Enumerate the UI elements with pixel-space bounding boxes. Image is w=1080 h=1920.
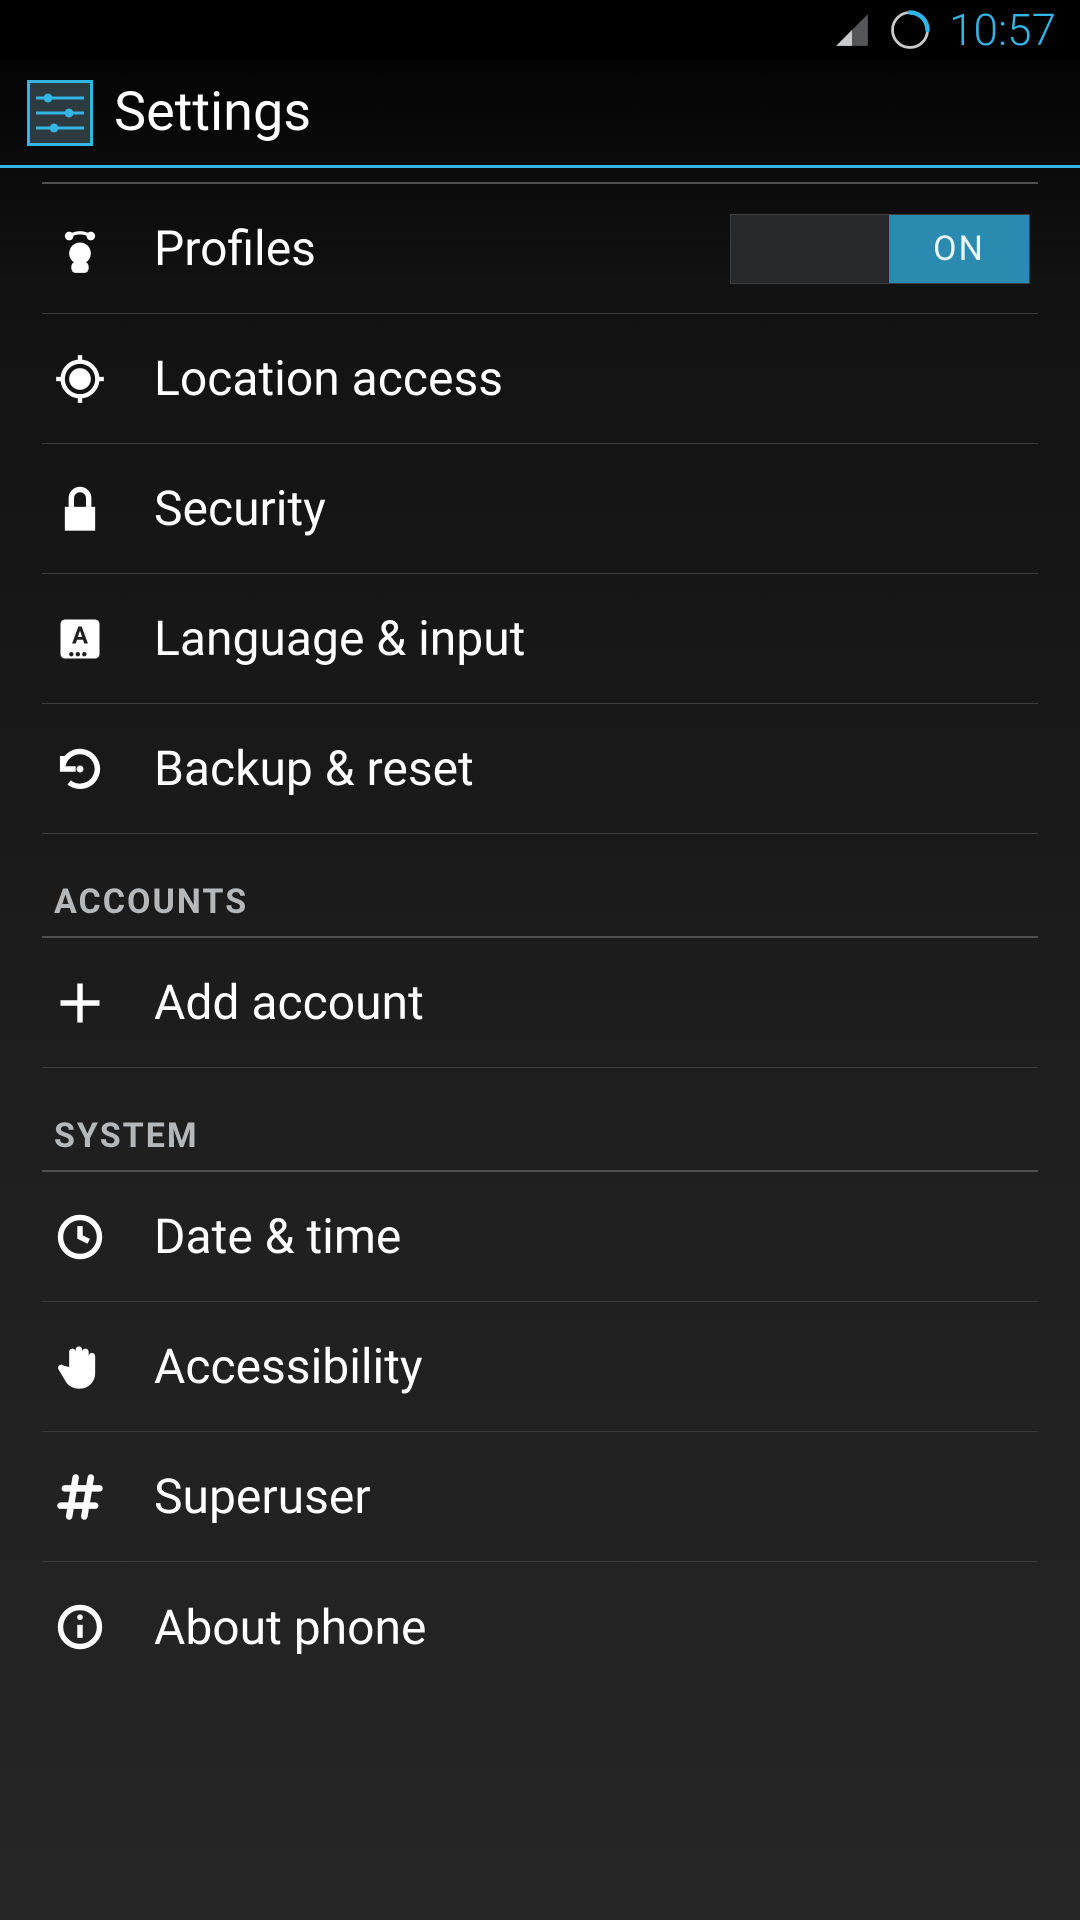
item-security[interactable]: Security [42,444,1038,574]
page-title: Settings [114,81,311,144]
signal-icon [833,11,871,49]
status-bar: 10:57 [0,0,1080,60]
item-label: Security [154,480,1038,537]
item-language-input[interactable]: A Language & input [42,574,1038,704]
hash-icon [54,1471,106,1523]
info-icon [54,1601,106,1653]
item-label: Language & input [154,610,1038,667]
item-location-access[interactable]: Location access [42,314,1038,444]
section-header-system: SYSTEM [42,1068,1038,1172]
item-label: Superuser [154,1468,1038,1525]
item-label: Date & time [154,1208,1038,1265]
lock-icon [54,483,106,535]
item-backup-reset[interactable]: Backup & reset [42,704,1038,834]
plus-icon [54,977,106,1029]
item-label: Location access [154,350,1038,407]
profiles-toggle[interactable]: ON [730,214,1030,284]
item-label: Accessibility [154,1338,1038,1395]
clock-icon [54,1211,106,1263]
item-date-time[interactable]: Date & time [42,1172,1038,1302]
item-accessibility[interactable]: Accessibility [42,1302,1038,1432]
item-profiles[interactable]: Profiles ON [42,184,1038,314]
svg-text:A: A [72,621,88,649]
section-header-accounts: ACCOUNTS [42,834,1038,938]
profiles-icon [54,223,106,275]
status-clock: 10:57 [949,4,1056,56]
loading-circle-icon [889,9,931,51]
item-about-phone[interactable]: About phone [42,1562,1038,1692]
hand-icon [54,1341,106,1393]
item-label: Backup & reset [154,740,1038,797]
item-add-account[interactable]: Add account [42,938,1038,1068]
location-icon [54,353,106,405]
settings-list[interactable]: PERSONAL Profiles ON [0,168,1080,1920]
item-label: Profiles [154,220,730,277]
backup-icon [54,743,106,795]
section-header-personal: PERSONAL [42,168,1038,184]
item-label: Add account [154,974,1038,1031]
action-bar: Settings [0,60,1080,168]
item-superuser[interactable]: Superuser [42,1432,1038,1562]
settings-icon [24,77,96,149]
toggle-thumb-on: ON [889,215,1029,283]
language-icon: A [54,613,106,665]
item-label: About phone [154,1599,1038,1656]
